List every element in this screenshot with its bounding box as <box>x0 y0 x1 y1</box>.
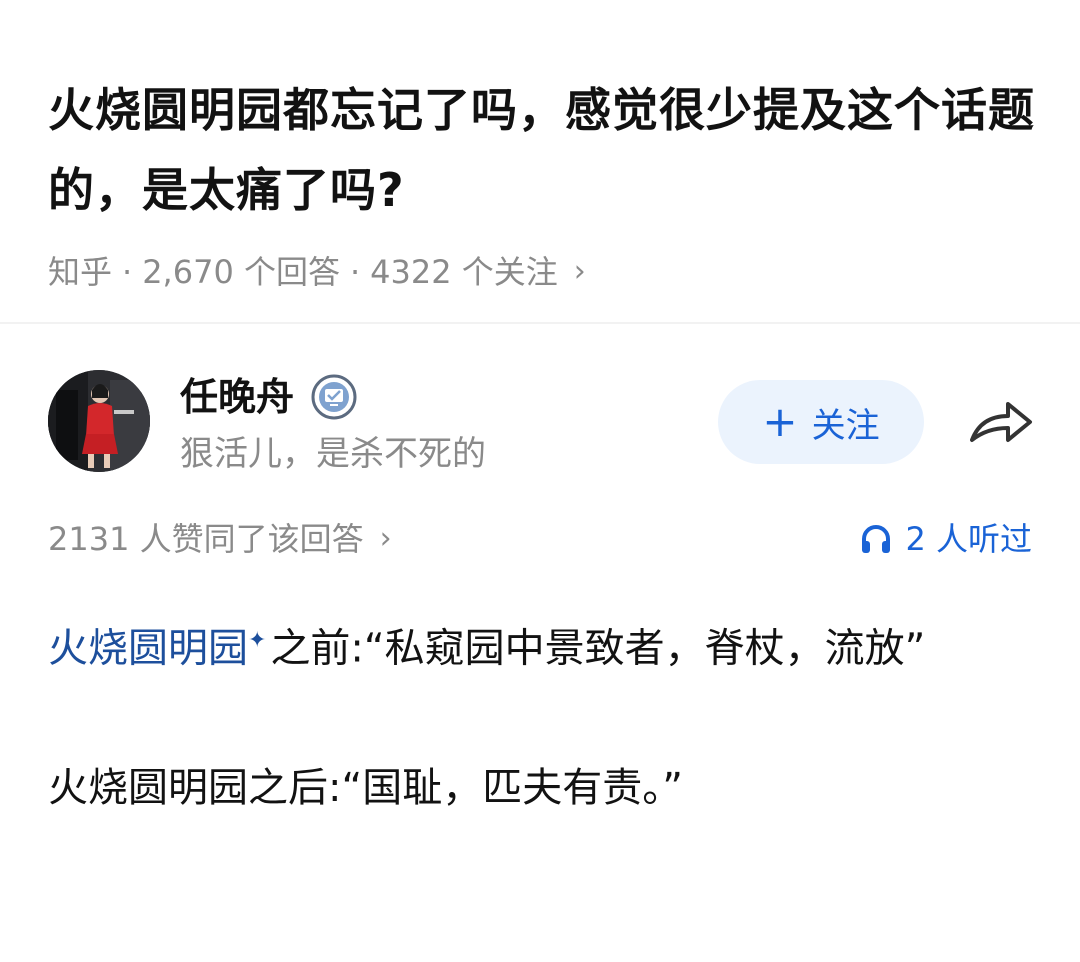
answer-body: 火烧圆明园✦ 之前:“私窥园中景致者，脊杖，流放” 火烧圆明园之后:“国耻，匹夫有… <box>48 606 1038 823</box>
answer-count: 2,670 个回答 <box>142 253 340 291</box>
meta-separator: · <box>349 253 361 291</box>
likes-summary[interactable]: 2131 人赞同了该回答 › <box>48 516 392 562</box>
author-bio: 狠活儿，是杀不死的 <box>180 434 486 474</box>
answer-paragraph: 火烧圆明园✦ 之前:“私窥园中景致者，脊杖，流放” <box>48 606 1038 683</box>
follower-count: 4322 个关注 <box>370 253 558 291</box>
follow-label: 关注 <box>811 405 880 446</box>
meta-separator: · <box>122 253 133 291</box>
follow-button[interactable]: + 关注 <box>718 380 924 464</box>
listened-summary[interactable]: 2 人听过 <box>859 516 1032 562</box>
author-row: 任晚舟 狠活儿，是杀不死的 + 关注 <box>48 370 1038 480</box>
question-header: 火烧圆明园都忘记了吗，感觉很少提及这个话题的，是太痛了吗? 知乎 · 2,670… <box>48 70 1038 292</box>
avatar[interactable] <box>48 370 150 472</box>
chevron-right-icon: › <box>379 521 392 556</box>
author-name[interactable]: 任晚舟 <box>180 372 294 422</box>
topic-link[interactable]: 火烧圆明园 <box>48 625 248 671</box>
answer-paragraph: 火烧圆明园之后:“国耻，匹夫有责。” <box>48 765 683 812</box>
sparkle-icon: ✦ <box>248 628 267 653</box>
likes-count: 2131 人赞同了该回答 <box>48 520 364 558</box>
stats-row: 2131 人赞同了该回答 › 2 人听过 <box>48 516 1032 562</box>
answer-text: 之前:“私窥园中景致者，脊杖，流放” <box>270 625 926 672</box>
verified-badge-icon <box>311 374 357 420</box>
avatar-photo <box>48 370 150 472</box>
question-meta[interactable]: 知乎 · 2,670 个回答 · 4322 个关注 › <box>48 252 1038 292</box>
chevron-right-icon: › <box>573 254 586 289</box>
section-divider <box>0 322 1080 324</box>
share-arrow-icon[interactable] <box>968 394 1034 450</box>
plus-icon: + <box>762 397 798 446</box>
listened-count: 2 人听过 <box>905 520 1032 558</box>
question-title[interactable]: 火烧圆明园都忘记了吗，感觉很少提及这个话题的，是太痛了吗? <box>48 70 1038 230</box>
author-name-block[interactable]: 任晚舟 <box>180 372 358 422</box>
headphones-icon <box>862 525 891 553</box>
source-label: 知乎 <box>48 253 113 291</box>
